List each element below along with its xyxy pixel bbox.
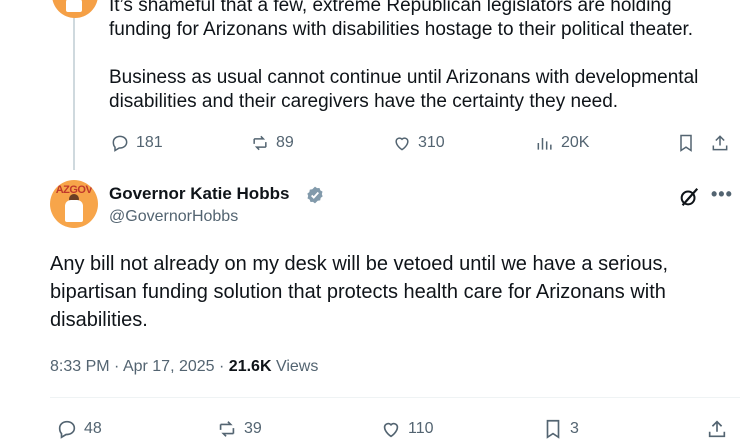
tweet-actions-previous: 181 89 310 20K: [0, 130, 750, 156]
reply-icon: [112, 135, 128, 152]
tweet-actions-main: 48 39 110 3: [0, 416, 750, 442]
meta-separator: ·: [219, 358, 229, 375]
tweet-date[interactable]: Apr 17, 2025: [123, 358, 215, 375]
repost-button[interactable]: 39: [216, 418, 262, 440]
like-button[interactable]: 110: [380, 418, 434, 440]
tweet-views-label: Views: [275, 358, 319, 375]
like-icon: [383, 422, 399, 438]
avatar-governor-hobbs[interactable]: AZGOV: [50, 180, 98, 228]
repost-count: 39: [244, 420, 262, 437]
reply-count: 181: [136, 134, 163, 151]
reply-count: 48: [84, 420, 102, 437]
grok-icon[interactable]: [678, 186, 700, 208]
reply-button[interactable]: 48: [56, 418, 102, 440]
tweet-text-main: Any bill not already on my desk will be …: [50, 253, 669, 331]
like-button[interactable]: 310: [392, 133, 445, 153]
bookmark-count: 3: [570, 420, 579, 437]
repost-count: 89: [276, 134, 294, 151]
reply-icon: [58, 420, 76, 439]
more-icon[interactable]: •••: [711, 184, 733, 205]
author-handle[interactable]: @GovernorHobbs: [109, 208, 238, 226]
like-count: 310: [418, 134, 445, 151]
share-button[interactable]: [710, 133, 730, 153]
tweet-views-count: 21.6K: [228, 358, 272, 375]
views-icon: [537, 138, 552, 150]
share-icon: [712, 135, 728, 151]
share-button[interactable]: [706, 418, 728, 440]
repost-icon: [219, 421, 235, 437]
tweet-metadata: 8:33 PM · Apr 17, 2025 · 21.6K Views: [50, 358, 318, 376]
repost-icon: [253, 135, 267, 151]
repost-button[interactable]: 89: [250, 133, 294, 153]
views-count: 20K: [561, 134, 590, 151]
share-icon: [708, 420, 726, 438]
views-button[interactable]: 20K: [535, 133, 589, 153]
bookmark-icon: [680, 134, 692, 152]
like-icon: [395, 137, 409, 151]
avatar-previous-tweet[interactable]: [52, 0, 98, 18]
tweet-text-previous: It’s shameful that a few, extreme Republ…: [109, 0, 699, 112]
verified-badge-icon: [307, 186, 323, 204]
reply-button[interactable]: 181: [110, 133, 163, 153]
bookmark-icon: [546, 419, 560, 439]
like-count: 110: [408, 420, 434, 437]
divider: [50, 397, 740, 398]
author-name[interactable]: Governor Katie Hobbs: [109, 184, 289, 204]
bookmark-button[interactable]: 3: [542, 418, 579, 440]
meta-separator: ·: [114, 358, 123, 375]
tweet-time[interactable]: 8:33 PM: [50, 358, 110, 375]
bookmark-button[interactable]: [676, 133, 696, 153]
